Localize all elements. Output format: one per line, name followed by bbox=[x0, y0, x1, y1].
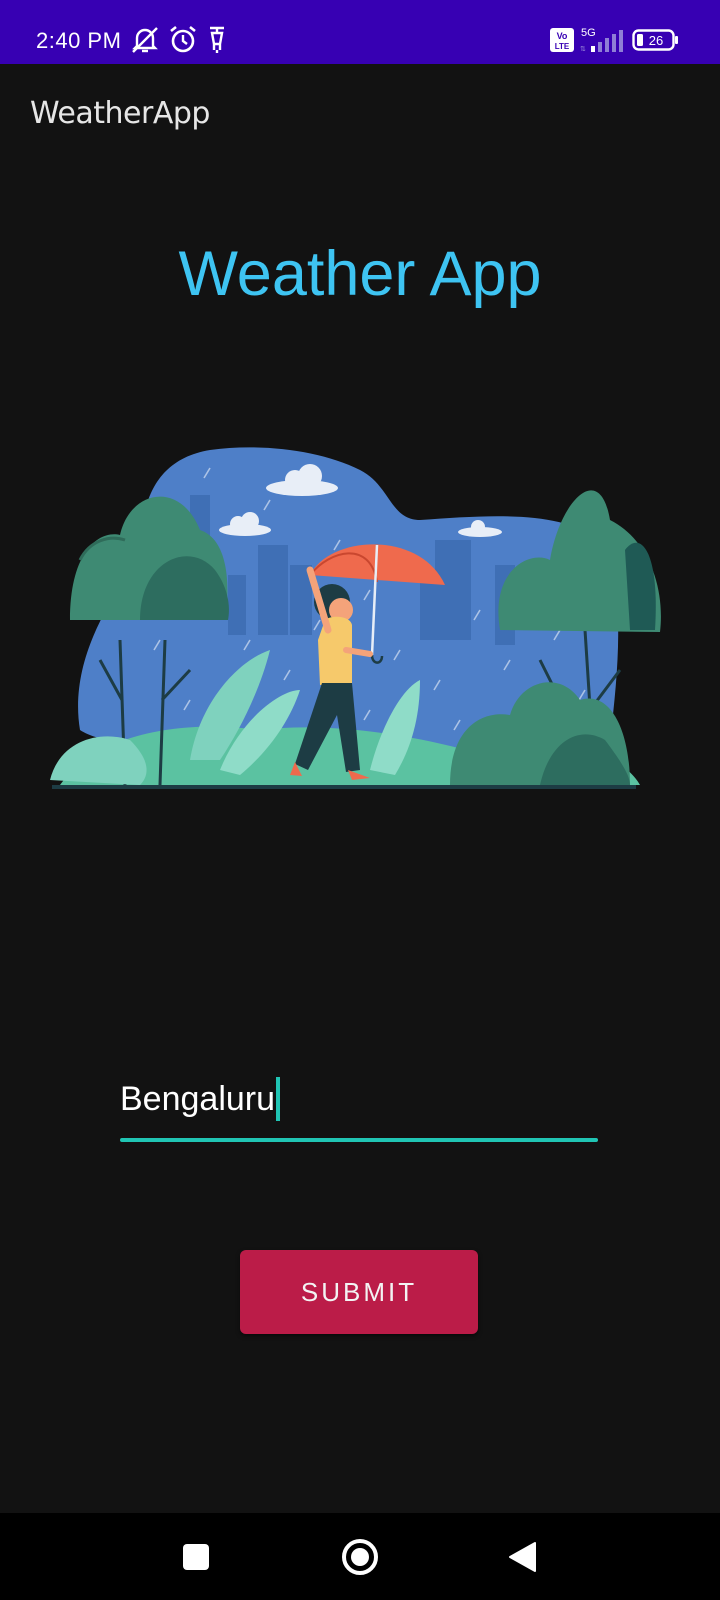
mute-notifications-icon bbox=[128, 24, 162, 56]
city-input-value: Bengaluru bbox=[120, 1079, 276, 1118]
svg-text:Vo: Vo bbox=[557, 31, 568, 41]
text-cursor bbox=[276, 1077, 281, 1121]
status-time: 2:40 PM bbox=[36, 28, 122, 53]
svg-text:LTE: LTE bbox=[555, 42, 570, 51]
back-button[interactable] bbox=[492, 1513, 552, 1600]
city-input[interactable]: Bengaluru bbox=[120, 1070, 281, 1128]
weather-illustration bbox=[50, 447, 661, 789]
input-underline bbox=[120, 1138, 598, 1142]
battery-icon: 26 bbox=[632, 24, 680, 56]
battery-level: 26 bbox=[649, 33, 663, 48]
home-button[interactable] bbox=[330, 1513, 390, 1600]
navigation-bar bbox=[0, 1513, 720, 1600]
page-title: Weather App bbox=[178, 239, 542, 309]
scooter-icon bbox=[206, 24, 228, 56]
app-bar-title: WeatherApp bbox=[30, 96, 210, 131]
5g-signal-icon: 5G ⇅ bbox=[580, 24, 626, 56]
city-input-field[interactable]: Bengaluru bbox=[120, 1070, 598, 1142]
status-bar: 2:40 PM Vo LTE 5G ⇅ 26 bbox=[0, 0, 720, 64]
alarm-icon bbox=[168, 24, 198, 56]
submit-button[interactable]: SUBMIT bbox=[240, 1250, 478, 1334]
svg-text:5G: 5G bbox=[581, 27, 596, 39]
home-circle-icon bbox=[342, 1538, 378, 1575]
volte-icon: Vo LTE bbox=[550, 24, 574, 56]
svg-text:⇅: ⇅ bbox=[580, 46, 586, 53]
square-icon bbox=[183, 1543, 209, 1570]
back-triangle-icon bbox=[509, 1541, 536, 1572]
recent-apps-button[interactable] bbox=[166, 1513, 226, 1600]
